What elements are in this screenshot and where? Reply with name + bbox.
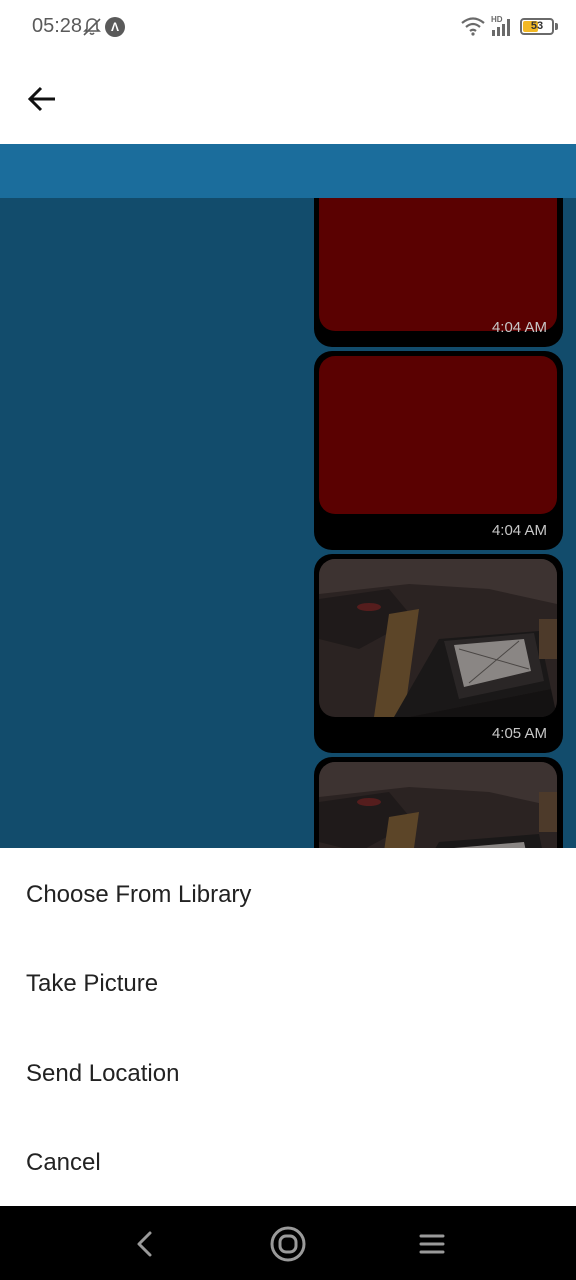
message-bubble[interactable]: 4:04 AM: [314, 351, 563, 550]
message-image[interactable]: [319, 762, 557, 848]
chat-topbar: [0, 144, 576, 198]
bell-off-icon: [83, 18, 101, 36]
message-bubble[interactable]: 4:04 AM: [314, 198, 563, 347]
choose-from-library-option[interactable]: Choose From Library: [0, 850, 576, 939]
message-bubble[interactable]: 4:05 AM: [314, 554, 563, 753]
laptop-photo: [319, 559, 557, 717]
battery-level: 53: [530, 20, 544, 32]
status-bar: 05:28 Λ HD 53: [0, 0, 576, 54]
message-time: 4:04 AM: [491, 522, 547, 539]
status-time: 05:28: [32, 15, 83, 37]
send-location-option[interactable]: Send Location: [0, 1029, 576, 1118]
wifi-icon: [461, 17, 485, 36]
message-bubble[interactable]: [314, 757, 563, 848]
system-nav-bar: [0, 1206, 576, 1280]
svg-text:HD: HD: [491, 15, 503, 24]
action-sheet: Choose From Library Take Picture Send Lo…: [0, 848, 576, 1206]
app-header: [0, 54, 576, 144]
recents-nav-icon[interactable]: [412, 1224, 452, 1264]
message-image[interactable]: [319, 356, 557, 514]
hd-signal-icon: HD: [491, 15, 510, 36]
take-picture-option[interactable]: Take Picture: [0, 939, 576, 1028]
chat-area[interactable]: 4:04 AM 4:04 AM 4:05 AM: [0, 198, 576, 848]
message-image[interactable]: [319, 198, 557, 331]
battery-nub: [555, 23, 558, 30]
back-nav-icon[interactable]: [124, 1224, 164, 1264]
home-nav-icon[interactable]: [268, 1224, 308, 1264]
message-time: 4:05 AM: [491, 725, 547, 742]
app-notification-icon: Λ: [105, 17, 125, 37]
battery-icon: 53: [520, 18, 554, 35]
cancel-option[interactable]: Cancel: [0, 1118, 576, 1207]
arrow-left-icon[interactable]: [22, 79, 62, 119]
message-image[interactable]: [319, 559, 557, 717]
message-time: 4:04 AM: [491, 319, 547, 336]
laptop-photo: [319, 762, 557, 848]
